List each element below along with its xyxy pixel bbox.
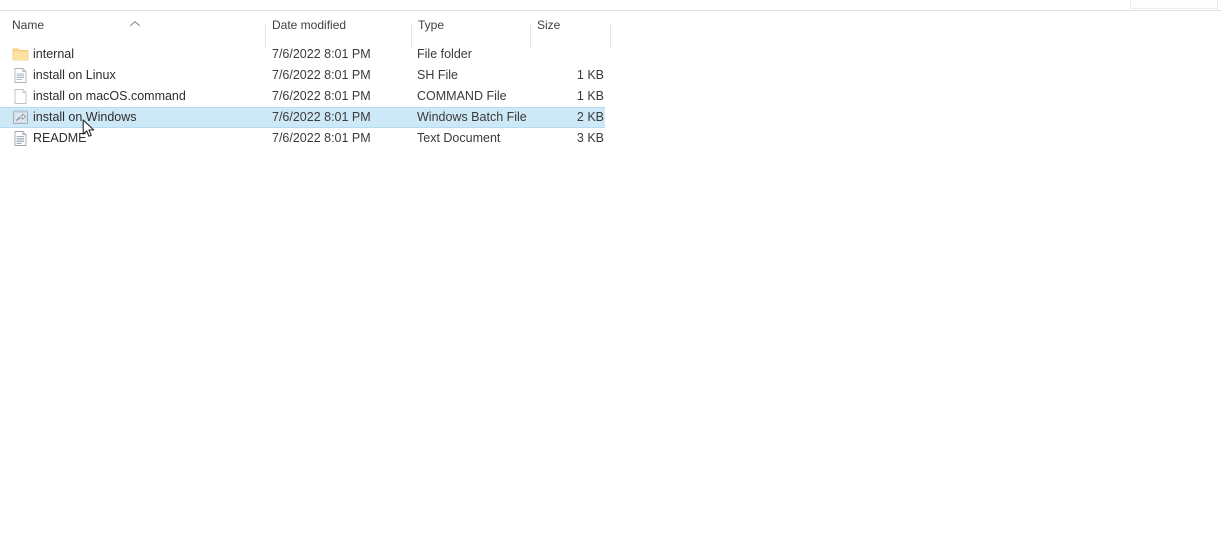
column-header-type[interactable]: Type (418, 11, 526, 39)
column-header-name-label: Name (12, 18, 45, 32)
column-header-size-label: Size (537, 18, 561, 32)
table-row[interactable]: install on Linux 7/6/2022 8:01 PM SH Fil… (0, 65, 605, 86)
search-box-partial[interactable] (1130, 0, 1218, 9)
file-size: 2 KB (576, 110, 604, 124)
file-name: install on Linux (33, 68, 116, 82)
file-name: README (33, 131, 87, 145)
file-type: Text Document (417, 131, 501, 145)
column-header-size[interactable]: Size (537, 11, 605, 39)
batch-file-icon (12, 109, 29, 126)
file-size (537, 44, 604, 65)
file-name: install on macOS.command (33, 89, 186, 103)
chevron-up-icon (129, 20, 141, 28)
blank-file-icon (12, 88, 29, 105)
file-size: 1 KB (576, 68, 604, 82)
file-date-modified: 7/6/2022 8:01 PM (272, 110, 371, 124)
file-type: SH File (417, 68, 458, 82)
file-explorer-window: Name Date modified Type Size internal 7/… (0, 0, 1221, 554)
column-header-type-label: Type (418, 18, 445, 32)
text-document-icon (12, 130, 29, 147)
file-size: 1 KB (576, 89, 604, 103)
table-row[interactable]: install on macOS.command 7/6/2022 8:01 P… (0, 86, 605, 107)
column-header-date-modified[interactable]: Date modified (272, 11, 408, 39)
table-row[interactable]: README 7/6/2022 8:01 PM Text Document 3 … (0, 128, 605, 149)
column-header-row: Name Date modified Type Size (0, 11, 1221, 49)
file-size: 3 KB (576, 131, 604, 145)
file-name: internal (33, 47, 74, 61)
table-row[interactable]: internal 7/6/2022 8:01 PM File folder (0, 44, 605, 65)
script-file-icon (12, 67, 29, 84)
file-date-modified: 7/6/2022 8:01 PM (272, 47, 371, 61)
file-name: install on Windows (33, 110, 137, 124)
column-header-date-modified-label: Date modified (272, 18, 347, 32)
file-type: File folder (417, 47, 472, 61)
table-row-selected[interactable]: install on Windows 7/6/2022 8:01 PM Wind… (0, 107, 605, 128)
file-type: Windows Batch File (417, 110, 527, 124)
file-type: COMMAND File (417, 89, 507, 103)
file-list: internal 7/6/2022 8:01 PM File folder in… (0, 44, 1221, 149)
file-date-modified: 7/6/2022 8:01 PM (272, 131, 371, 145)
file-date-modified: 7/6/2022 8:01 PM (272, 89, 371, 103)
window-chrome-strip (0, 0, 1221, 10)
folder-icon (12, 46, 29, 63)
file-date-modified: 7/6/2022 8:01 PM (272, 68, 371, 82)
